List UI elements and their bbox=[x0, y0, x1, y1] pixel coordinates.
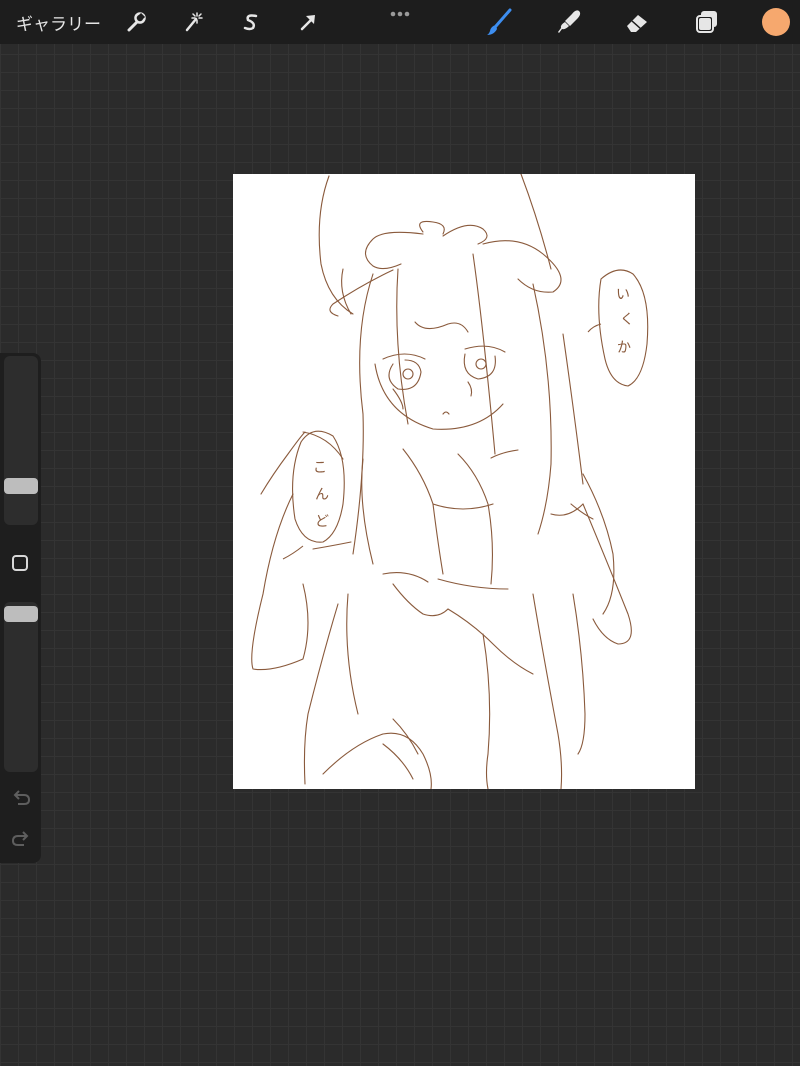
undo-icon[interactable] bbox=[10, 789, 32, 807]
drawing-canvas[interactable]: い く か こ ん ど bbox=[233, 174, 695, 789]
current-color-swatch[interactable] bbox=[762, 8, 790, 36]
layers-icon[interactable] bbox=[692, 7, 722, 37]
top-toolbar: ギャラリー bbox=[0, 0, 800, 44]
brush-size-slider[interactable] bbox=[4, 356, 38, 525]
brush-icon[interactable] bbox=[484, 7, 514, 37]
opacity-slider[interactable] bbox=[4, 602, 38, 772]
speech-left-char-2: ん bbox=[315, 487, 329, 503]
opacity-thumb[interactable] bbox=[4, 606, 38, 622]
eraser-icon[interactable] bbox=[622, 7, 652, 37]
transform-arrow-icon[interactable] bbox=[293, 7, 323, 37]
wrench-icon[interactable] bbox=[121, 7, 151, 37]
gallery-button[interactable]: ギャラリー bbox=[16, 10, 101, 35]
speech-left-char-1: こ bbox=[313, 460, 327, 476]
sketch-drawing: い く か こ ん ど bbox=[251, 174, 649, 789]
modify-button[interactable] bbox=[12, 555, 28, 571]
more-dots-icon[interactable] bbox=[389, 4, 413, 17]
speech-right-char-3: か bbox=[617, 340, 631, 356]
redo-icon[interactable] bbox=[10, 830, 32, 848]
selection-s-icon[interactable] bbox=[236, 7, 266, 37]
speech-right-char-1: い bbox=[616, 287, 630, 303]
speech-left-char-3: ど bbox=[315, 514, 329, 530]
speech-right-char-2: く bbox=[620, 312, 634, 328]
magic-wand-icon[interactable] bbox=[178, 7, 208, 37]
smudge-icon[interactable] bbox=[554, 7, 584, 37]
left-sidebar bbox=[0, 353, 41, 863]
brush-size-thumb[interactable] bbox=[4, 478, 38, 494]
